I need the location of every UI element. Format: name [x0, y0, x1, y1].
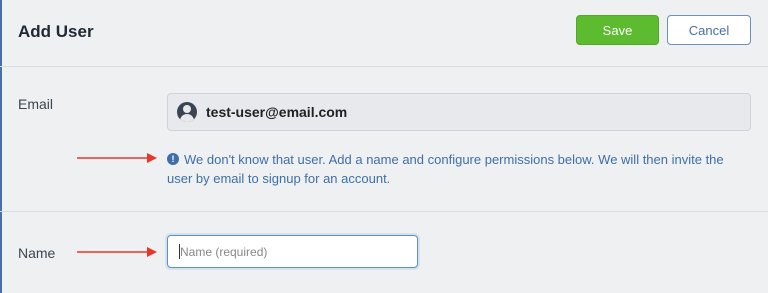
name-label: Name	[18, 245, 56, 261]
divider	[0, 211, 768, 212]
page-title: Add User	[18, 22, 94, 41]
unknown-user-info-message: We don't know that user. Add a name and …	[167, 152, 724, 186]
text-caret	[179, 244, 180, 259]
annotation-arrow	[77, 153, 157, 163]
email-label: Email	[18, 96, 54, 112]
user-avatar-icon	[177, 102, 197, 122]
annotation-arrow	[77, 247, 157, 257]
save-button[interactable]: Save	[576, 15, 659, 45]
page-header: Add User Save Cancel	[0, 0, 768, 66]
email-value: test-user@email.com	[206, 104, 348, 120]
divider	[0, 66, 768, 67]
email-display-field: test-user@email.com	[167, 93, 751, 131]
cancel-button[interactable]: Cancel	[667, 15, 751, 45]
name-input[interactable]	[167, 235, 418, 268]
